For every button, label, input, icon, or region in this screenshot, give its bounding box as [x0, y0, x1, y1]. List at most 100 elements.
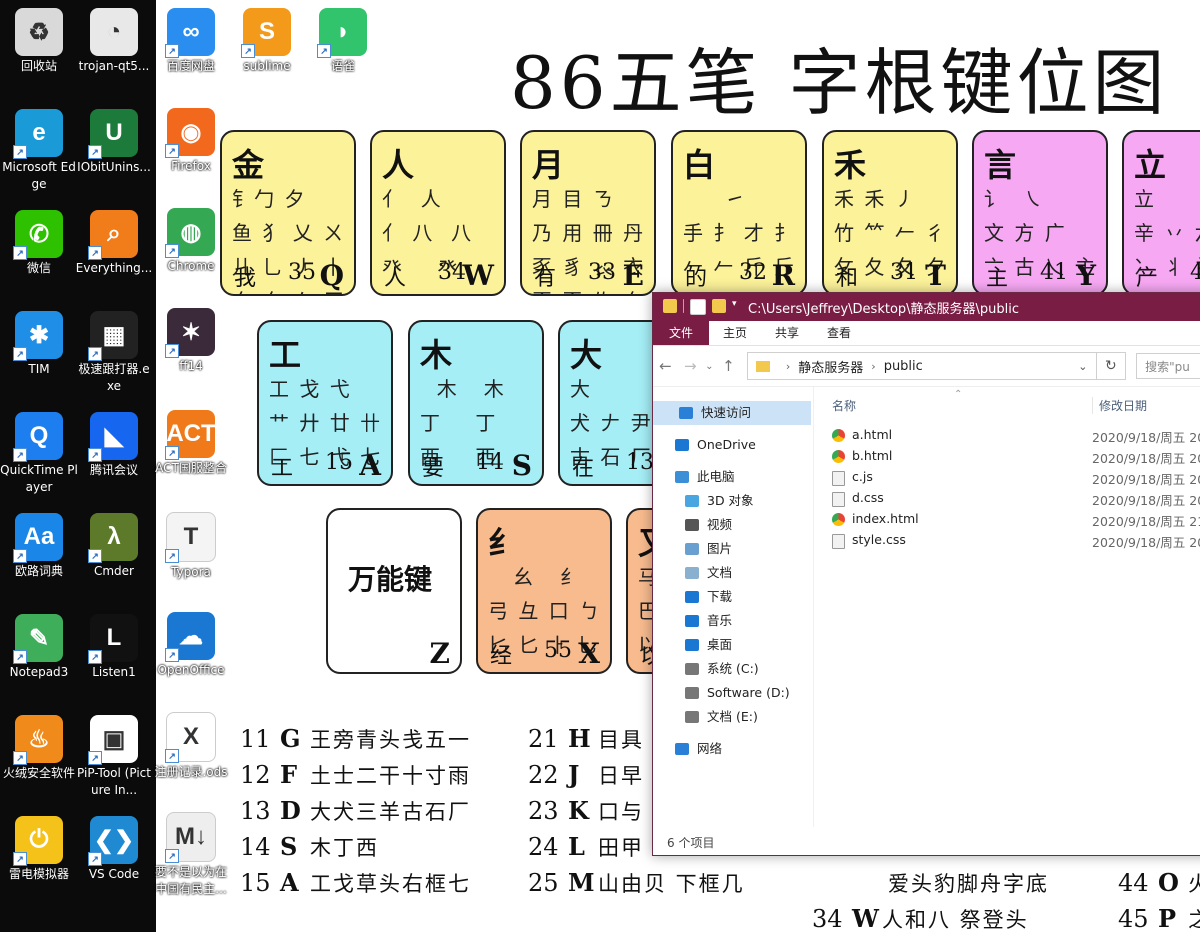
desktop-shortcut[interactable]: T ↗ Typora — [152, 512, 230, 581]
css-file-icon — [832, 534, 845, 549]
desktop-shortcut[interactable]: ACT ↗ ACT国服整合 — [152, 410, 230, 477]
desktop-shortcut-label: 火绒安全软件 — [2, 766, 75, 780]
file-row[interactable]: d.css 2020/9/18/周五 20: — [832, 488, 1200, 509]
column-name[interactable]: 名称 — [832, 397, 856, 414]
desktop-shortcut[interactable]: ◔ trojan-qt5... — [75, 8, 153, 75]
address-dropdown-icon[interactable]: ⌄ — [1078, 360, 1087, 373]
desktop-shortcut[interactable]: Q ↗ QuickTime Player — [0, 412, 78, 496]
desktop-shortcut[interactable]: ❮❯ ↗ VS Code — [75, 816, 153, 883]
key-code: 42 — [1190, 260, 1200, 285]
sidebar-item[interactable]: 此电脑 — [653, 465, 811, 489]
file-row[interactable]: b.html 2020/9/18/周五 20: — [832, 446, 1200, 467]
desktop-shortcut[interactable]: ▦ ↗ 极速跟打器.exe — [75, 311, 153, 395]
root-list-row: 13 D 大犬三羊古石厂 — [240, 796, 471, 826]
sidebar-item[interactable]: 桌面 — [653, 633, 811, 657]
dropdown-chevron-icon[interactable]: ▾ — [732, 299, 740, 313]
refresh-icon[interactable]: ↻ — [1096, 352, 1127, 380]
sidebar-item[interactable]: 3D 对象 — [653, 489, 811, 513]
desktop-shortcut[interactable]: ⏻ ↗ 雷电模拟器 — [0, 816, 78, 883]
desktop-shortcut[interactable]: M↓ ↗ 要不是以为在中国有民主... — [152, 812, 230, 898]
desktop-shortcut[interactable]: ✎ ↗ Notepad3 — [0, 614, 78, 681]
desktop-shortcut[interactable]: ☁ ↗ OpenOffice — [152, 612, 230, 679]
tab-view[interactable]: 查看 — [813, 321, 865, 345]
new-folder-icon[interactable] — [712, 299, 726, 313]
shortcut-arrow-icon: ↗ — [165, 144, 179, 158]
desktop-shortcut[interactable]: ◗ ↗ 语雀 — [304, 8, 382, 75]
desktop-shortcut[interactable]: ✶ ↗ ff14 — [152, 308, 230, 375]
desktop-shortcut[interactable]: ⌕ ↗ Everything... — [75, 210, 153, 277]
file-row[interactable]: a.html 2020/9/18/周五 20: — [832, 425, 1200, 446]
tab-home[interactable]: 主页 — [709, 321, 761, 345]
sidebar-item[interactable]: 文档 (E:) — [653, 705, 811, 729]
row-letter: D — [280, 796, 301, 825]
root-list-row: 24 L 田甲 — [528, 832, 644, 862]
eudic-icon: Aa ↗ — [13, 513, 63, 563]
desktop-shortcut-label: 语雀 — [330, 59, 355, 73]
desktop-shortcut[interactable]: Aa ↗ 欧路词典 — [0, 513, 78, 580]
sidebar-item[interactable]: 快速访问 — [653, 401, 811, 425]
sidebar-item[interactable]: Software (D:) — [653, 681, 811, 705]
desktop-shortcut[interactable]: ✱ ↗ TIM — [0, 311, 78, 378]
vscode-icon: ❮❯ ↗ — [88, 816, 138, 866]
shortcut-arrow-icon: ↗ — [165, 44, 179, 58]
properties-icon[interactable] — [690, 299, 706, 315]
sidebar-item[interactable]: 网络 — [653, 737, 811, 761]
desktop-folder-icon — [685, 639, 699, 651]
desktop-shortcut[interactable]: ◉ ↗ Firefox — [152, 108, 230, 175]
desktop-shortcut[interactable]: ♨ ↗ 火绒安全软件 — [0, 715, 78, 782]
desktop-shortcut[interactable]: L ↗ Listen1 — [75, 614, 153, 681]
css-file-icon — [832, 492, 845, 507]
chevron-right-icon[interactable]: › — [786, 360, 790, 373]
file-row[interactable]: c.js 2020/9/18/周五 20: — [832, 467, 1200, 488]
desktop-shortcut[interactable]: ▣ ↗ PiP-Tool (Picture In... — [75, 715, 153, 799]
breadcrumb-parent[interactable]: 静态服务器 — [798, 357, 863, 376]
desktop-shortcut[interactable]: ✆ ↗ 微信 — [0, 210, 78, 277]
key-main-root: 言 — [984, 146, 1017, 184]
sidebar-item[interactable]: 文档 — [653, 561, 811, 585]
desktop-shortcut[interactable]: X ↗ 注册记录.ods — [152, 712, 230, 781]
file-explorer-window[interactable]: ▾ C:\Users\Jeffrey\Desktop\静态服务器\public … — [652, 292, 1200, 856]
tab-file[interactable]: 文件 — [653, 321, 710, 345]
shortcut-arrow-icon: ↗ — [165, 244, 179, 258]
tab-share[interactable]: 共享 — [761, 321, 813, 345]
desktop-shortcut[interactable]: ∞ ↗ 百度网盘 — [152, 8, 230, 75]
sidebar-item[interactable]: 系统 (C:) — [653, 657, 811, 681]
desktop-shortcut[interactable]: ♻ 回收站 — [0, 8, 78, 75]
key-letter: Z — [429, 637, 450, 670]
sidebar-item-label: 图片 — [707, 541, 733, 556]
row-roots: 土士二干十寸雨 — [310, 764, 471, 788]
sidebar-item[interactable]: 视频 — [653, 513, 811, 537]
desktop-shortcut[interactable]: S ↗ sublime — [228, 8, 306, 75]
desktop-shortcut[interactable]: ◍ ↗ Chrome — [152, 208, 230, 275]
sidebar-item[interactable]: OneDrive — [653, 433, 811, 457]
sidebar-item[interactable]: 音乐 — [653, 609, 811, 633]
file-row[interactable]: style.css 2020/9/18/周五 20: — [832, 530, 1200, 551]
folder-icon[interactable] — [663, 299, 677, 313]
recent-chevron-icon[interactable]: ⌄ — [703, 361, 716, 372]
forward-arrow-icon[interactable]: → — [678, 357, 703, 375]
huorong-icon: ♨ ↗ — [13, 715, 63, 765]
column-date-modified[interactable]: 修改日期 — [1092, 397, 1147, 414]
root-list-row: 14 S 木丁西 — [240, 832, 379, 862]
back-arrow-icon[interactable]: ← — [653, 357, 678, 375]
key-letter: X — [578, 637, 600, 670]
sidebar-item[interactable]: 下载 — [653, 585, 811, 609]
chevron-right-icon[interactable]: › — [871, 360, 875, 373]
search-input[interactable]: 搜索"pu — [1136, 353, 1200, 379]
desktop-shortcut[interactable]: U ↗ IObitUnins... — [75, 109, 153, 176]
explorer-titlebar[interactable]: ▾ C:\Users\Jeffrey\Desktop\静态服务器\public — [653, 293, 1200, 321]
file-name: a.html — [852, 427, 893, 442]
file-row[interactable]: index.html 2020/9/18/周五 21: — [832, 509, 1200, 530]
sidebar-item[interactable]: 图片 — [653, 537, 811, 561]
desktop-shortcut[interactable]: ◣ ↗ 腾讯会议 — [75, 412, 153, 479]
desktop-shortcut[interactable]: e ↗ Microsoft Edge — [0, 109, 78, 193]
up-arrow-icon[interactable]: ↑ — [716, 357, 741, 375]
drive-e-icon — [685, 711, 699, 723]
key-footer: 有 33 E — [534, 259, 644, 292]
key-letter: S — [511, 449, 532, 482]
desktop-shortcut[interactable]: λ ↗ Cmder — [75, 513, 153, 580]
key-letter: A — [359, 449, 381, 482]
address-bar[interactable]: › 静态服务器 › public ⌄ — [746, 352, 1097, 380]
quick-access-toolbar[interactable]: ▾ — [663, 299, 740, 315]
breadcrumb-current[interactable]: public — [884, 359, 923, 374]
